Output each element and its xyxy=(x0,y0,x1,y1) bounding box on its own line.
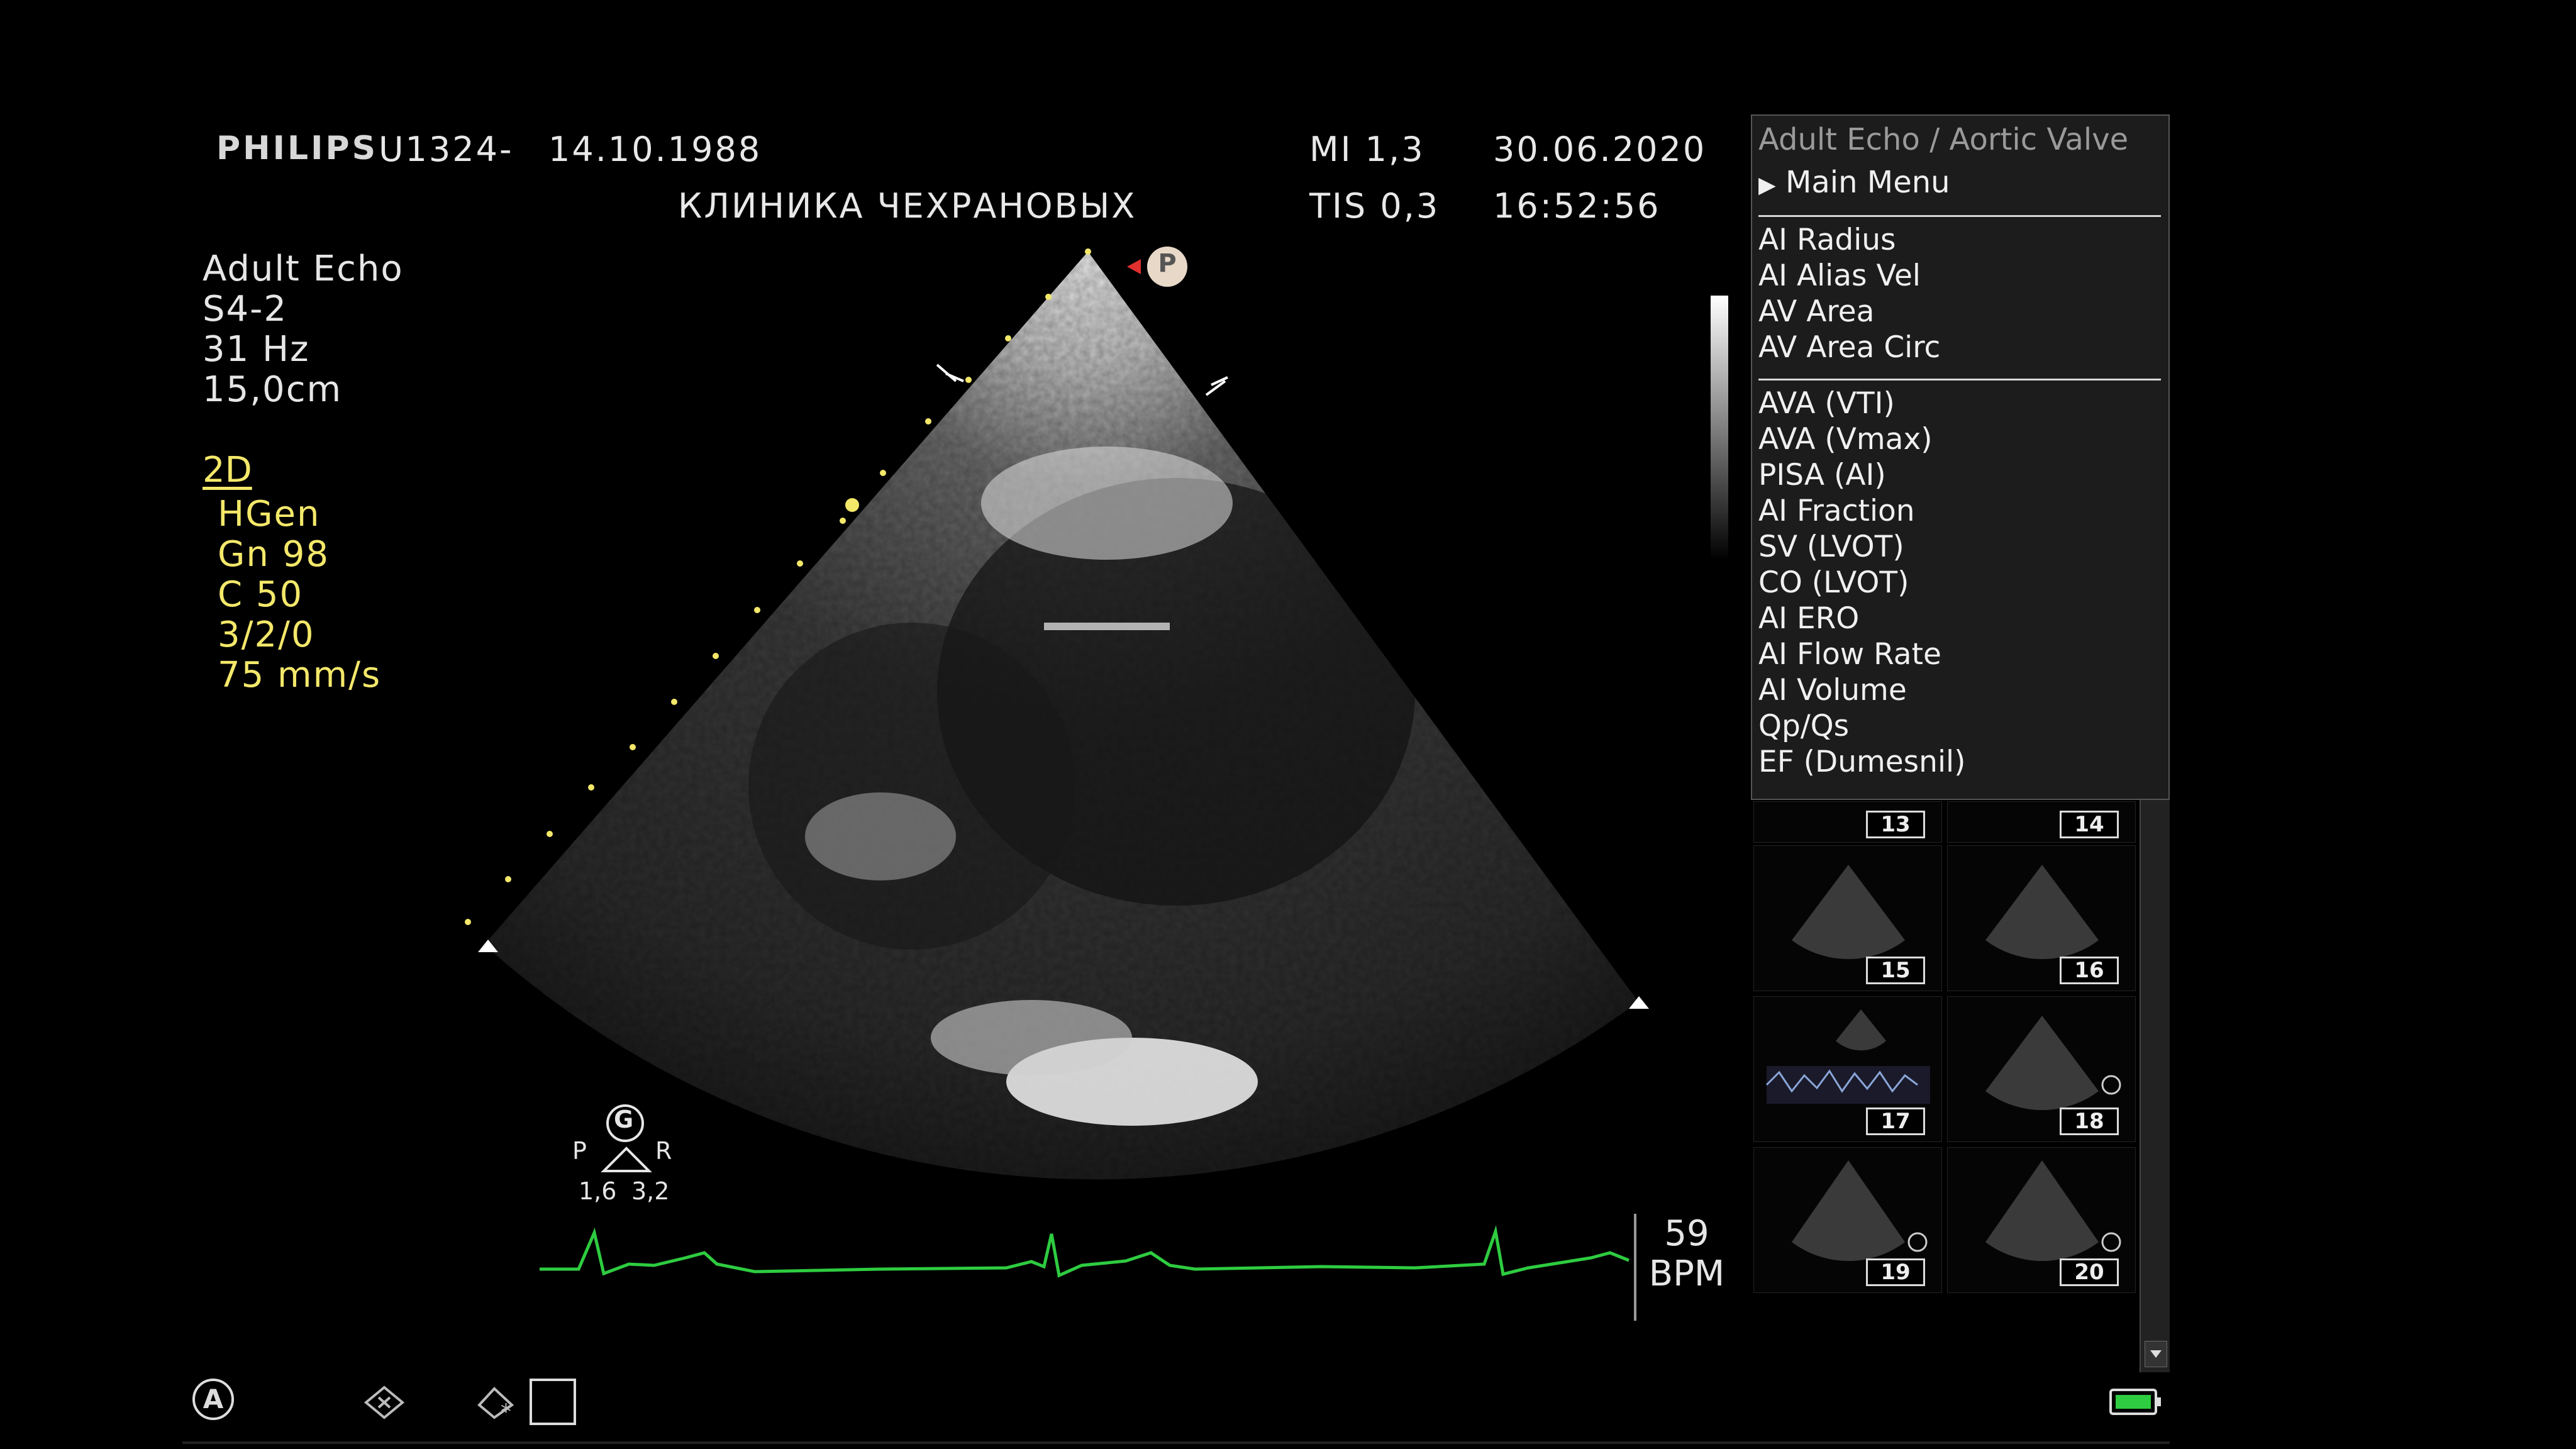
thumbnail-scrollbar[interactable] xyxy=(2140,800,2170,1372)
bottom-divider xyxy=(182,1441,2170,1444)
thumbnail-number: 14 xyxy=(2060,811,2119,838)
menu-item-ai-flow-rate[interactable]: AI Flow Rate xyxy=(1758,637,1941,672)
menu-item-ai-alias-vel[interactable]: AI Alias Vel xyxy=(1758,258,1921,293)
clip-thumbnail[interactable]: 20 xyxy=(1947,1147,2136,1293)
chevron-down-icon xyxy=(2150,1350,2162,1358)
submenu-arrow-icon: ▶ xyxy=(1758,172,1776,198)
clear-annotation-icon[interactable] xyxy=(362,1384,406,1421)
clip-thumbnail[interactable]: 14 xyxy=(1947,801,2136,843)
focus-marker-right xyxy=(1205,376,1228,396)
menu-item-ai-ero[interactable]: AI ERO xyxy=(1758,601,1859,636)
clip-thumbnail[interactable]: 19 xyxy=(1753,1147,1942,1293)
square-icon[interactable] xyxy=(530,1379,576,1425)
svg-text:*: * xyxy=(501,1399,511,1421)
clip-thumbnail[interactable]: 16 xyxy=(1947,845,2136,991)
menu-item-ai-volume[interactable]: AI Volume xyxy=(1758,673,1907,708)
menu-item-av-area[interactable]: AV Area xyxy=(1758,294,1874,329)
menu-item-ef-dumesnil[interactable]: EF (Dumesnil) xyxy=(1758,745,1965,779)
clip-thumbnail[interactable]: 13 xyxy=(1753,801,1942,843)
scroll-down-button[interactable] xyxy=(2145,1341,2167,1367)
menu-item-av-area-circ[interactable]: AV Area Circ xyxy=(1758,330,1940,365)
ultrasound-sector-view xyxy=(465,247,1728,1321)
thumbnail-number: 13 xyxy=(1866,811,1925,838)
menu-divider xyxy=(1758,215,2161,217)
orientation-right-value: 3,2 xyxy=(631,1177,670,1205)
menu-item-sv-lvot[interactable]: SV (LVOT) xyxy=(1758,530,1904,564)
menu-title: Adult Echo / Aortic Valve xyxy=(1758,122,2129,157)
menu-item-co-lvot[interactable]: CO (LVOT) xyxy=(1758,565,1909,600)
main-menu-item[interactable]: ▶ Main Menu xyxy=(1758,165,1950,200)
heart-rate-unit: BPM xyxy=(1648,1253,1725,1294)
orientation-arrow xyxy=(1127,259,1141,274)
thumbnail-number: 17 xyxy=(1866,1108,1925,1135)
main-menu-label: Main Menu xyxy=(1785,165,1950,200)
thumbnail-number: 15 xyxy=(1866,957,1925,984)
menu-divider xyxy=(1758,379,2161,380)
thumbnail-number: 20 xyxy=(2060,1258,2119,1286)
thumbnail-number: 19 xyxy=(1866,1258,1925,1286)
annotate-button[interactable]: A xyxy=(192,1379,234,1420)
clip-thumbnail[interactable]: 15 xyxy=(1753,845,1942,991)
focus-marker-left xyxy=(936,364,964,382)
menu-item-ai-fraction[interactable]: AI Fraction xyxy=(1758,494,1915,528)
menu-item-qp-qs[interactable]: Qp/Qs xyxy=(1758,709,1849,743)
orientation-left-value: 1,6 xyxy=(579,1177,617,1205)
thumbnail-number: 18 xyxy=(2060,1108,2119,1135)
orientation-left-label: P xyxy=(572,1137,587,1165)
menu-item-ava-vmax[interactable]: AVA (Vmax) xyxy=(1758,422,1933,457)
measurement-menu: Adult Echo / Aortic Valve ▶ Main Menu AI… xyxy=(1751,114,2170,800)
clip-thumbnail[interactable]: 17 xyxy=(1753,996,1942,1142)
probe-marker-label: P xyxy=(1158,249,1177,278)
heart-rate-display: 59 BPM xyxy=(1643,1214,1731,1294)
orientation-triangle xyxy=(601,1146,652,1172)
menu-item-ai-radius[interactable]: AI Radius xyxy=(1758,223,1896,257)
thumbnail-number: 16 xyxy=(2060,957,2119,984)
battery-icon xyxy=(2109,1389,2161,1415)
grayscale-bar xyxy=(1711,296,1728,560)
label-icon[interactable]: * xyxy=(475,1384,519,1421)
menu-item-ava-vti[interactable]: AVA (VTI) xyxy=(1758,386,1895,421)
heart-rate-value: 59 xyxy=(1664,1213,1709,1254)
menu-item-pisa-ai[interactable]: PISA (AI) xyxy=(1758,458,1886,492)
orientation-right-label: R xyxy=(655,1137,672,1165)
clip-thumbnail[interactable]: 18 xyxy=(1947,996,2136,1142)
g-orientation-label: G xyxy=(614,1106,634,1133)
ecg-trace xyxy=(540,1225,1629,1278)
